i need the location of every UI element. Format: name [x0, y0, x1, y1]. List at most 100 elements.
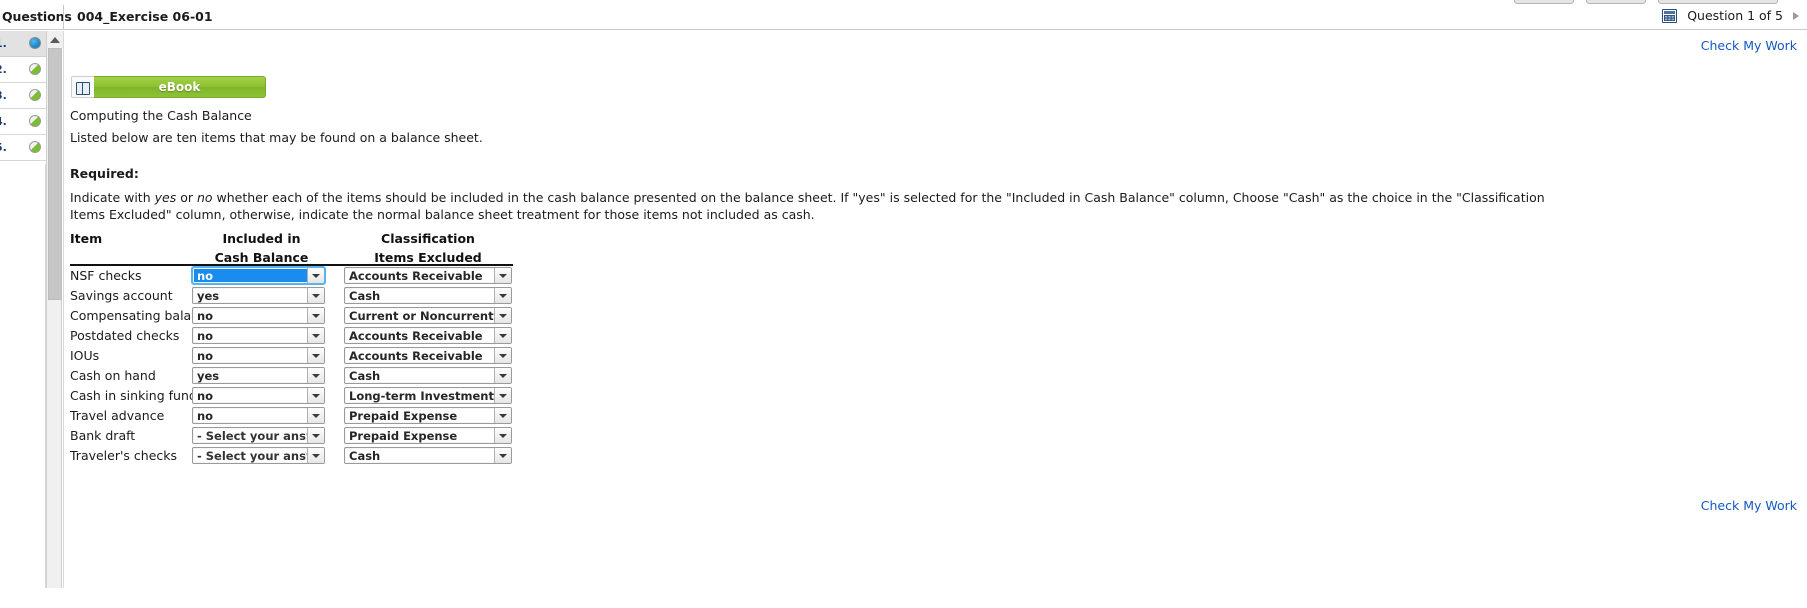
chevron-down-icon[interactable]	[494, 288, 511, 303]
column-header-classification-items-excluded: Classification Items Excluded	[342, 229, 514, 267]
select-value: Cash	[349, 288, 381, 303]
instruction-emphasis-no: no	[196, 190, 213, 205]
scrollbar-thumb[interactable]	[48, 48, 62, 300]
chevron-down-icon[interactable]	[494, 308, 511, 323]
classification-items-excluded-select[interactable]: Prepaid Expense	[344, 427, 512, 444]
select-value: Prepaid Expense	[349, 428, 458, 443]
status-dot-answered-icon	[29, 63, 41, 75]
classification-items-excluded-select[interactable]: Cash	[344, 367, 512, 384]
included-in-cash-balance-select[interactable]: - Select your answer -	[192, 447, 325, 464]
chevron-glyph	[312, 373, 320, 378]
chrome-button-1[interactable]	[1514, 0, 1574, 4]
chevron-down-icon[interactable]	[307, 408, 324, 423]
header-right-group: Question 1 of 5	[1662, 8, 1799, 23]
select-value: yes	[197, 288, 220, 303]
chevron-down-icon[interactable]	[307, 328, 324, 343]
included-in-cash-balance-select[interactable]: no	[192, 327, 325, 344]
chevron-glyph	[499, 453, 507, 458]
classification-items-excluded-select[interactable]: Long-term Investment	[344, 387, 512, 404]
chevron-down-icon[interactable]	[494, 368, 511, 383]
chevron-down-icon[interactable]	[307, 288, 324, 303]
item-label: Bank draft	[70, 428, 136, 443]
chevron-down-icon[interactable]	[307, 268, 324, 283]
included-in-cash-balance-select[interactable]: no	[192, 307, 325, 324]
classification-items-excluded-select[interactable]: Current or Noncurrent Asset	[344, 307, 512, 324]
chevron-glyph	[312, 333, 320, 338]
table-row: Cash in sinking fund no Long-term Investme…	[70, 386, 513, 406]
chevron-glyph	[312, 393, 320, 398]
chevron-down-icon[interactable]	[307, 368, 324, 383]
select-value: Accounts Receivable	[349, 348, 483, 363]
main-content: Check My Work eBook Computing the Cash B…	[69, 31, 1807, 608]
scroll-up-button[interactable]	[47, 31, 63, 48]
chevron-down-icon[interactable]	[494, 388, 511, 403]
calculator-icon[interactable]	[1662, 8, 1678, 23]
chrome-button-3[interactable]	[1658, 0, 1778, 4]
included-in-cash-balance-select[interactable]: no	[192, 407, 325, 424]
chevron-down-icon[interactable]	[494, 448, 511, 463]
question-list-item-4[interactable]: 4.	[0, 109, 46, 135]
chevron-down-icon[interactable]	[307, 348, 324, 363]
classification-items-excluded-select[interactable]: Cash	[344, 287, 512, 304]
chevron-glyph	[312, 353, 320, 358]
next-question-arrow-icon[interactable]	[1793, 11, 1799, 20]
instruction-emphasis-yes: yes	[154, 190, 177, 205]
chevron-down-icon[interactable]	[307, 428, 324, 443]
table-row: Travel advance no Prepaid Expense	[70, 406, 513, 426]
status-dot-answered-icon	[29, 115, 41, 127]
book-icon-container[interactable]	[71, 76, 94, 98]
classification-items-excluded-select[interactable]: Accounts Receivable	[344, 267, 512, 284]
chevron-down-icon[interactable]	[494, 408, 511, 423]
column-header-included-line2: Cash Balance	[214, 250, 309, 265]
chevron-down-icon[interactable]	[494, 428, 511, 443]
classification-items-excluded-select[interactable]: Cash	[344, 447, 512, 464]
classification-items-excluded-select[interactable]: Accounts Receivable	[344, 347, 512, 364]
chevron-down-icon[interactable]	[494, 348, 511, 363]
chevron-down-icon[interactable]	[307, 308, 324, 323]
exercise-title: 004_Exercise 06-01	[77, 9, 213, 24]
question-list-item-3[interactable]: 3.	[0, 83, 46, 109]
question-list-item-1[interactable]: 1.	[0, 31, 46, 57]
included-in-cash-balance-select[interactable]: no	[191, 266, 326, 285]
chevron-glyph	[499, 333, 507, 338]
select-value: no	[197, 348, 214, 363]
chevron-down-icon[interactable]	[307, 448, 324, 463]
check-my-work-top-link[interactable]: Check My Work	[1701, 38, 1797, 53]
chevron-glyph	[312, 413, 320, 418]
chevron-down-icon[interactable]	[494, 268, 511, 283]
classification-items-excluded-select[interactable]: Prepaid Expense	[344, 407, 512, 424]
chevron-down-icon[interactable]	[494, 328, 511, 343]
included-in-cash-balance-select[interactable]: no	[192, 387, 325, 404]
question-list-item-5[interactable]: 5.	[0, 135, 46, 161]
item-label: Cash in sinking fund	[70, 388, 197, 403]
included-in-cash-balance-select[interactable]: no	[192, 347, 325, 364]
chevron-down-icon[interactable]	[307, 388, 324, 403]
topic-heading: Computing the Cash Balance	[70, 108, 252, 123]
column-header-included-in-cash-balance: Included in Cash Balance	[194, 229, 329, 267]
item-label: IOUs	[70, 348, 100, 363]
chevron-up-icon	[50, 36, 60, 43]
question-number: 1.	[0, 37, 7, 50]
classification-items-excluded-select[interactable]: Accounts Receivable	[344, 327, 512, 344]
question-counter: Question 1 of 5	[1687, 8, 1783, 23]
included-in-cash-balance-select[interactable]: - Select your answer -	[192, 427, 325, 444]
included-in-cash-balance-select[interactable]: yes	[192, 367, 325, 384]
question-number: 2.	[0, 63, 7, 76]
chrome-button-2[interactable]	[1586, 0, 1646, 4]
select-value: yes	[197, 368, 220, 383]
content-left-rule	[63, 31, 64, 588]
chevron-glyph	[312, 273, 320, 278]
exercise-page: Questions 004_Exercise 06-01 Question 1 …	[0, 0, 1807, 608]
select-value: Long-term Investment	[349, 388, 494, 403]
select-value: Cash	[349, 368, 381, 383]
included-in-cash-balance-select[interactable]: yes	[192, 287, 325, 304]
table-row: Savings account yes Cash	[70, 286, 513, 306]
question-number: 4.	[0, 115, 7, 128]
ebook-button[interactable]: eBook	[94, 76, 266, 98]
question-list-item-2[interactable]: 2.	[0, 57, 46, 83]
question-number: 3.	[0, 89, 7, 102]
ebook-button-group[interactable]: eBook	[71, 76, 266, 98]
chevron-glyph	[499, 413, 507, 418]
check-my-work-bottom-link[interactable]: Check My Work	[1701, 498, 1797, 513]
question-list-scrollbar[interactable]	[46, 31, 63, 588]
